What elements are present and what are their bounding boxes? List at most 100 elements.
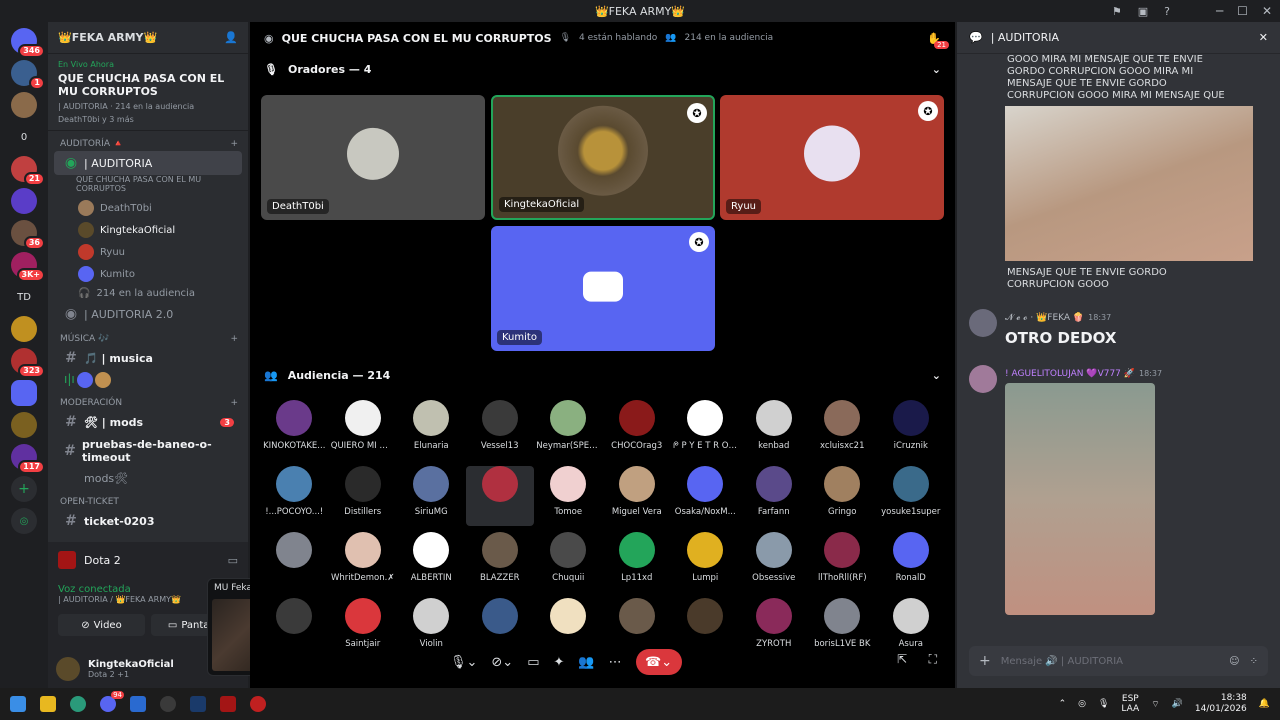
start-icon[interactable] — [10, 696, 26, 712]
message-image[interactable] — [1005, 106, 1253, 261]
audience-member[interactable]: yosuke1super — [877, 466, 946, 526]
speaker-tile[interactable]: ✪ KingtekaOficial — [491, 95, 715, 220]
add-channel-icon[interactable]: + — [230, 398, 238, 408]
audience-count[interactable]: 🎧 214 en la audiencia — [48, 285, 248, 302]
volume-icon[interactable]: 🔊 — [1172, 699, 1183, 709]
tray-app-icon[interactable]: ◎ — [1078, 699, 1086, 709]
audience-member[interactable]: WhritDemon.✗ — [329, 532, 398, 592]
server-9[interactable] — [11, 316, 37, 342]
camera-off-icon[interactable]: ⊘⌄ — [491, 655, 513, 670]
live-now-card[interactable]: En Vivo Ahora QUE CHUCHA PASA CON EL MU … — [48, 54, 248, 131]
add-attachment-icon[interactable]: + — [979, 653, 991, 669]
lang-indicator[interactable]: ESP LAA — [1121, 694, 1139, 714]
audience-member[interactable]: CHOCOrag3 — [603, 400, 672, 460]
audience-member[interactable]: QUIERO MI M... — [329, 400, 398, 460]
fullscreen-icon[interactable]: ⛶ — [929, 652, 937, 667]
audience-member[interactable]: ᖘ P Y E T R Ô ◢ — [671, 400, 740, 460]
audience-member[interactable]: Distillers — [329, 466, 398, 526]
audience-member[interactable]: Neymar(SPEE... — [534, 400, 603, 460]
screen-icon[interactable]: ▣ — [1138, 5, 1148, 18]
activity-panel[interactable]: Dota 2 ▭ — [48, 542, 248, 578]
channel-musica[interactable]: # 🎵 | musica — [54, 346, 242, 370]
audience-member[interactable]: !...POCOYO...! — [260, 466, 329, 526]
home-server[interactable]: 346 — [11, 28, 45, 58]
mu-icon[interactable] — [250, 696, 266, 712]
discover-icon[interactable]: ◎ — [11, 508, 37, 534]
voice-member[interactable]: DeathT0bi — [48, 197, 248, 219]
speaker-tile[interactable]: DeathT0bi — [261, 95, 485, 220]
video-button[interactable]: ⊘ Video — [58, 614, 145, 636]
minimize-icon[interactable]: ─ — [1216, 4, 1223, 18]
audience-member[interactable] — [260, 532, 329, 592]
chevron-up-icon[interactable]: ⌃ — [1059, 699, 1067, 709]
help-icon[interactable]: ? — [1164, 5, 1170, 18]
server-10[interactable]: 323 — [11, 348, 45, 378]
chevron-down-icon[interactable]: ⌄ — [932, 63, 941, 76]
people-icon[interactable]: 👥 — [578, 655, 594, 670]
audience-member[interactable]: RonalD — [877, 532, 946, 592]
server-12[interactable]: 117 — [11, 444, 45, 474]
audience-member[interactable]: Saintjair — [329, 598, 398, 658]
audience-member[interactable]: Elunaria — [397, 400, 466, 460]
wifi-icon[interactable]: ⌔ — [1151, 699, 1159, 710]
audience-member[interactable]: Lp11xd — [603, 532, 672, 592]
popout-icon[interactable]: ⇱ — [897, 652, 907, 666]
more-icon[interactable]: ⋯ — [609, 655, 622, 670]
edge-icon[interactable] — [70, 696, 86, 712]
audience-member[interactable]: kenbad — [740, 400, 809, 460]
notification-icon[interactable]: 🔔 — [1259, 699, 1270, 709]
mic-icon[interactable]: 🎙 — [1098, 699, 1109, 709]
add-channel-icon[interactable]: + — [230, 334, 238, 344]
category-musica[interactable]: MÚSICA 🎶 + — [48, 326, 248, 346]
steam-icon[interactable] — [190, 696, 206, 712]
server-11[interactable] — [11, 412, 37, 438]
speaker-tile[interactable]: ✪ Kumito — [491, 226, 715, 351]
close-icon[interactable]: ✕ — [1259, 31, 1268, 44]
mic-icon[interactable]: 🎙⌄ — [450, 655, 477, 670]
audience-member[interactable]: Osaka/NoxM... — [671, 466, 740, 526]
voice-member[interactable]: Kumito — [48, 263, 248, 285]
audience-member[interactable]: Chuquii — [534, 532, 603, 592]
stage-channel-auditoria[interactable]: ◉ | AUDITORIA — [54, 151, 242, 175]
screen-share-icon[interactable]: ▭ — [527, 655, 539, 670]
category-auditoria[interactable]: AUDITORÍA 🔺 + — [48, 131, 248, 151]
audience-member[interactable]: Tomoe — [534, 466, 603, 526]
speakers-header[interactable]: 🎙 Oradores — 4 ⌄ — [250, 54, 955, 84]
audience-member[interactable]: SiriuMG — [397, 466, 466, 526]
audience-member[interactable]: Gringo — [808, 466, 877, 526]
close-icon[interactable]: ✕ — [1262, 4, 1272, 18]
message-image[interactable] — [1005, 383, 1155, 615]
message-author[interactable]: ! AGUELITOLUJAN 💜V777 🚀 — [1005, 369, 1135, 379]
audience-member[interactable]: Farfann — [740, 466, 809, 526]
server-4[interactable]: 21 — [11, 156, 45, 186]
server-2[interactable] — [11, 92, 37, 118]
channel-ticket[interactable]: # ticket-0203 — [54, 509, 242, 533]
speaker-tile[interactable]: ✪ Ryuu — [720, 95, 944, 220]
server-3[interactable]: 0 — [11, 124, 37, 150]
server-8[interactable]: TD — [11, 284, 37, 310]
audience-member[interactable]: BLAZZER — [466, 532, 535, 592]
voice-member[interactable]: KingtekaOficial — [48, 219, 248, 241]
category-ticket[interactable]: OPEN-TICKET — [48, 489, 248, 509]
audience-member[interactable]: Miguel Vera — [603, 466, 672, 526]
chevron-down-icon[interactable]: ⌄ — [932, 369, 941, 382]
channel-mods[interactable]: # 🛠 | mods 3 — [54, 410, 242, 434]
hand-icon[interactable]: ✋ 21 — [927, 32, 949, 49]
channel-baneo[interactable]: # pruebas-de-baneo-o-timeout — [54, 434, 242, 468]
server-folder[interactable] — [11, 380, 37, 406]
disconnect-button[interactable]: ☎⌄ — [635, 649, 682, 675]
voice-channel-mods[interactable]: mods🛠 — [54, 468, 242, 489]
audience-member[interactable]: llThoRll(RF) — [808, 532, 877, 592]
server-1[interactable]: 1 — [11, 60, 45, 90]
server-7[interactable]: 3K+ — [11, 252, 45, 282]
voice-member[interactable]: Ryuu — [48, 241, 248, 263]
emoji-icon[interactable]: ☺ — [1229, 656, 1239, 667]
add-channel-icon[interactable]: + — [230, 139, 238, 149]
server-5[interactable] — [11, 188, 37, 214]
audience-member[interactable] — [465, 466, 534, 526]
maximize-icon[interactable]: ☐ — [1237, 4, 1248, 18]
message-input[interactable]: + Mensaje 🔊 | AUDITORIA ☺ ⁘ — [969, 646, 1268, 676]
activity-icon[interactable]: ✦ — [554, 655, 565, 670]
clock[interactable]: 18:38 14/01/2026 — [1195, 693, 1247, 715]
discord-icon[interactable]: 94 — [100, 691, 124, 712]
